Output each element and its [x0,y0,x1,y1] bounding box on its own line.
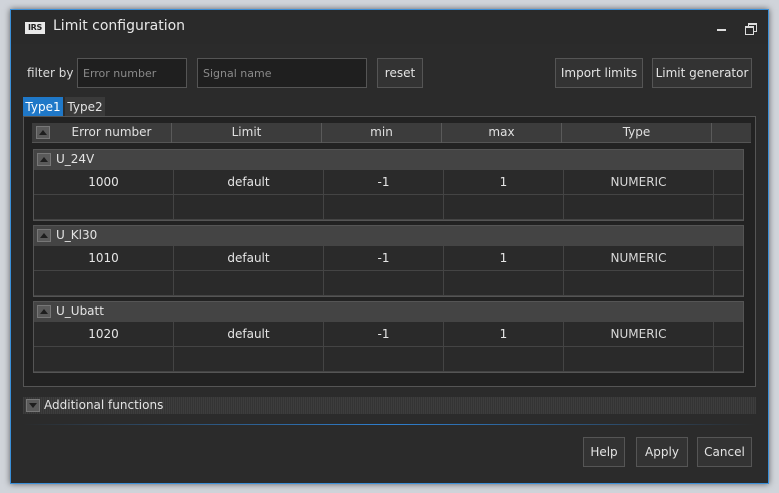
group-name: U_Kl30 [56,228,98,242]
error-number-cell[interactable]: 1010 [34,246,174,270]
empty-cell[interactable] [34,271,174,295]
window-title: Limit configuration [53,18,186,34]
min-cell[interactable]: -1 [324,246,444,270]
table-row[interactable]: 1000 default -1 1 NUMERIC [34,170,743,195]
column-header-min[interactable]: min [322,123,442,143]
reset-button[interactable]: reset [377,58,423,88]
group-u-kl30: U_Kl30 1010 default -1 1 NUMERIC [33,225,744,297]
restore-icon[interactable] [743,22,759,36]
additional-functions-toggle[interactable]: Additional functions [23,397,756,414]
empty-cell[interactable] [564,195,714,219]
column-header-error-number[interactable]: Error number [52,123,172,143]
title-bar[interactable]: IRS Limit configuration [11,10,768,44]
max-cell[interactable]: 1 [444,322,564,346]
empty-cell[interactable] [324,271,444,295]
minimize-icon[interactable] [714,22,730,36]
max-cell[interactable]: 1 [444,170,564,194]
filter-label: filter by [27,66,74,80]
empty-cell[interactable] [564,347,714,371]
import-limits-button[interactable]: Import limits [555,58,643,88]
separator [23,424,756,425]
empty-cell[interactable] [34,195,174,219]
cancel-button[interactable]: Cancel [697,437,752,467]
empty-cell[interactable] [444,347,564,371]
group-u-ubatt: U_Ubatt 1020 default -1 1 NUMERIC [33,301,744,373]
table-row-empty[interactable] [34,347,743,372]
column-header-type[interactable]: Type [562,123,712,143]
error-number-cell[interactable]: 1000 [34,170,174,194]
group-header[interactable]: U_24V [34,150,743,170]
empty-cell[interactable] [174,195,324,219]
irs-logo: IRS [25,22,45,34]
min-cell[interactable]: -1 [324,170,444,194]
table-row[interactable]: 1010 default -1 1 NUMERIC [34,246,743,271]
collapse-group-icon[interactable] [37,229,51,242]
group-name: U_24V [56,152,95,166]
signal-name-filter-input[interactable] [197,58,367,88]
table-header: Error number Limit min max Type [32,123,751,143]
column-header-limit[interactable]: Limit [172,123,322,143]
limit-configuration-window: IRS Limit configuration filter by reset … [10,9,769,484]
error-number-cell[interactable]: 1020 [34,322,174,346]
limits-table-panel: Error number Limit min max Type U_24V 10… [23,116,756,387]
type-cell[interactable]: NUMERIC [564,246,714,270]
help-button[interactable]: Help [583,437,625,467]
min-cell[interactable]: -1 [324,322,444,346]
expand-icon[interactable] [26,399,40,412]
collapse-group-icon[interactable] [37,153,51,166]
limit-cell[interactable]: default [174,246,324,270]
group-header[interactable]: U_Kl30 [34,226,743,246]
collapse-all-icon[interactable] [36,126,50,139]
empty-cell[interactable] [174,347,324,371]
empty-cell[interactable] [564,271,714,295]
group-u-24v: U_24V 1000 default -1 1 NUMERIC [33,149,744,221]
empty-cell[interactable] [444,195,564,219]
tab-type2[interactable]: Type2 [65,97,105,116]
type-cell[interactable]: NUMERIC [564,170,714,194]
type-cell[interactable]: NUMERIC [564,322,714,346]
limit-generator-button[interactable]: Limit generator [652,58,752,88]
table-row-empty[interactable] [34,195,743,220]
additional-functions-label: Additional functions [44,398,164,412]
apply-button[interactable]: Apply [636,437,688,467]
tab-type1[interactable]: Type1 [23,97,63,116]
table-row[interactable]: 1020 default -1 1 NUMERIC [34,322,743,347]
limit-cell[interactable]: default [174,170,324,194]
table-row-empty[interactable] [34,271,743,296]
empty-cell[interactable] [324,195,444,219]
empty-cell[interactable] [34,347,174,371]
max-cell[interactable]: 1 [444,246,564,270]
empty-cell[interactable] [444,271,564,295]
group-name: U_Ubatt [56,304,104,318]
empty-cell[interactable] [174,271,324,295]
column-header-max[interactable]: max [442,123,562,143]
error-number-filter-input[interactable] [77,58,187,88]
group-header[interactable]: U_Ubatt [34,302,743,322]
limit-cell[interactable]: default [174,322,324,346]
empty-cell[interactable] [324,347,444,371]
collapse-group-icon[interactable] [37,305,51,318]
